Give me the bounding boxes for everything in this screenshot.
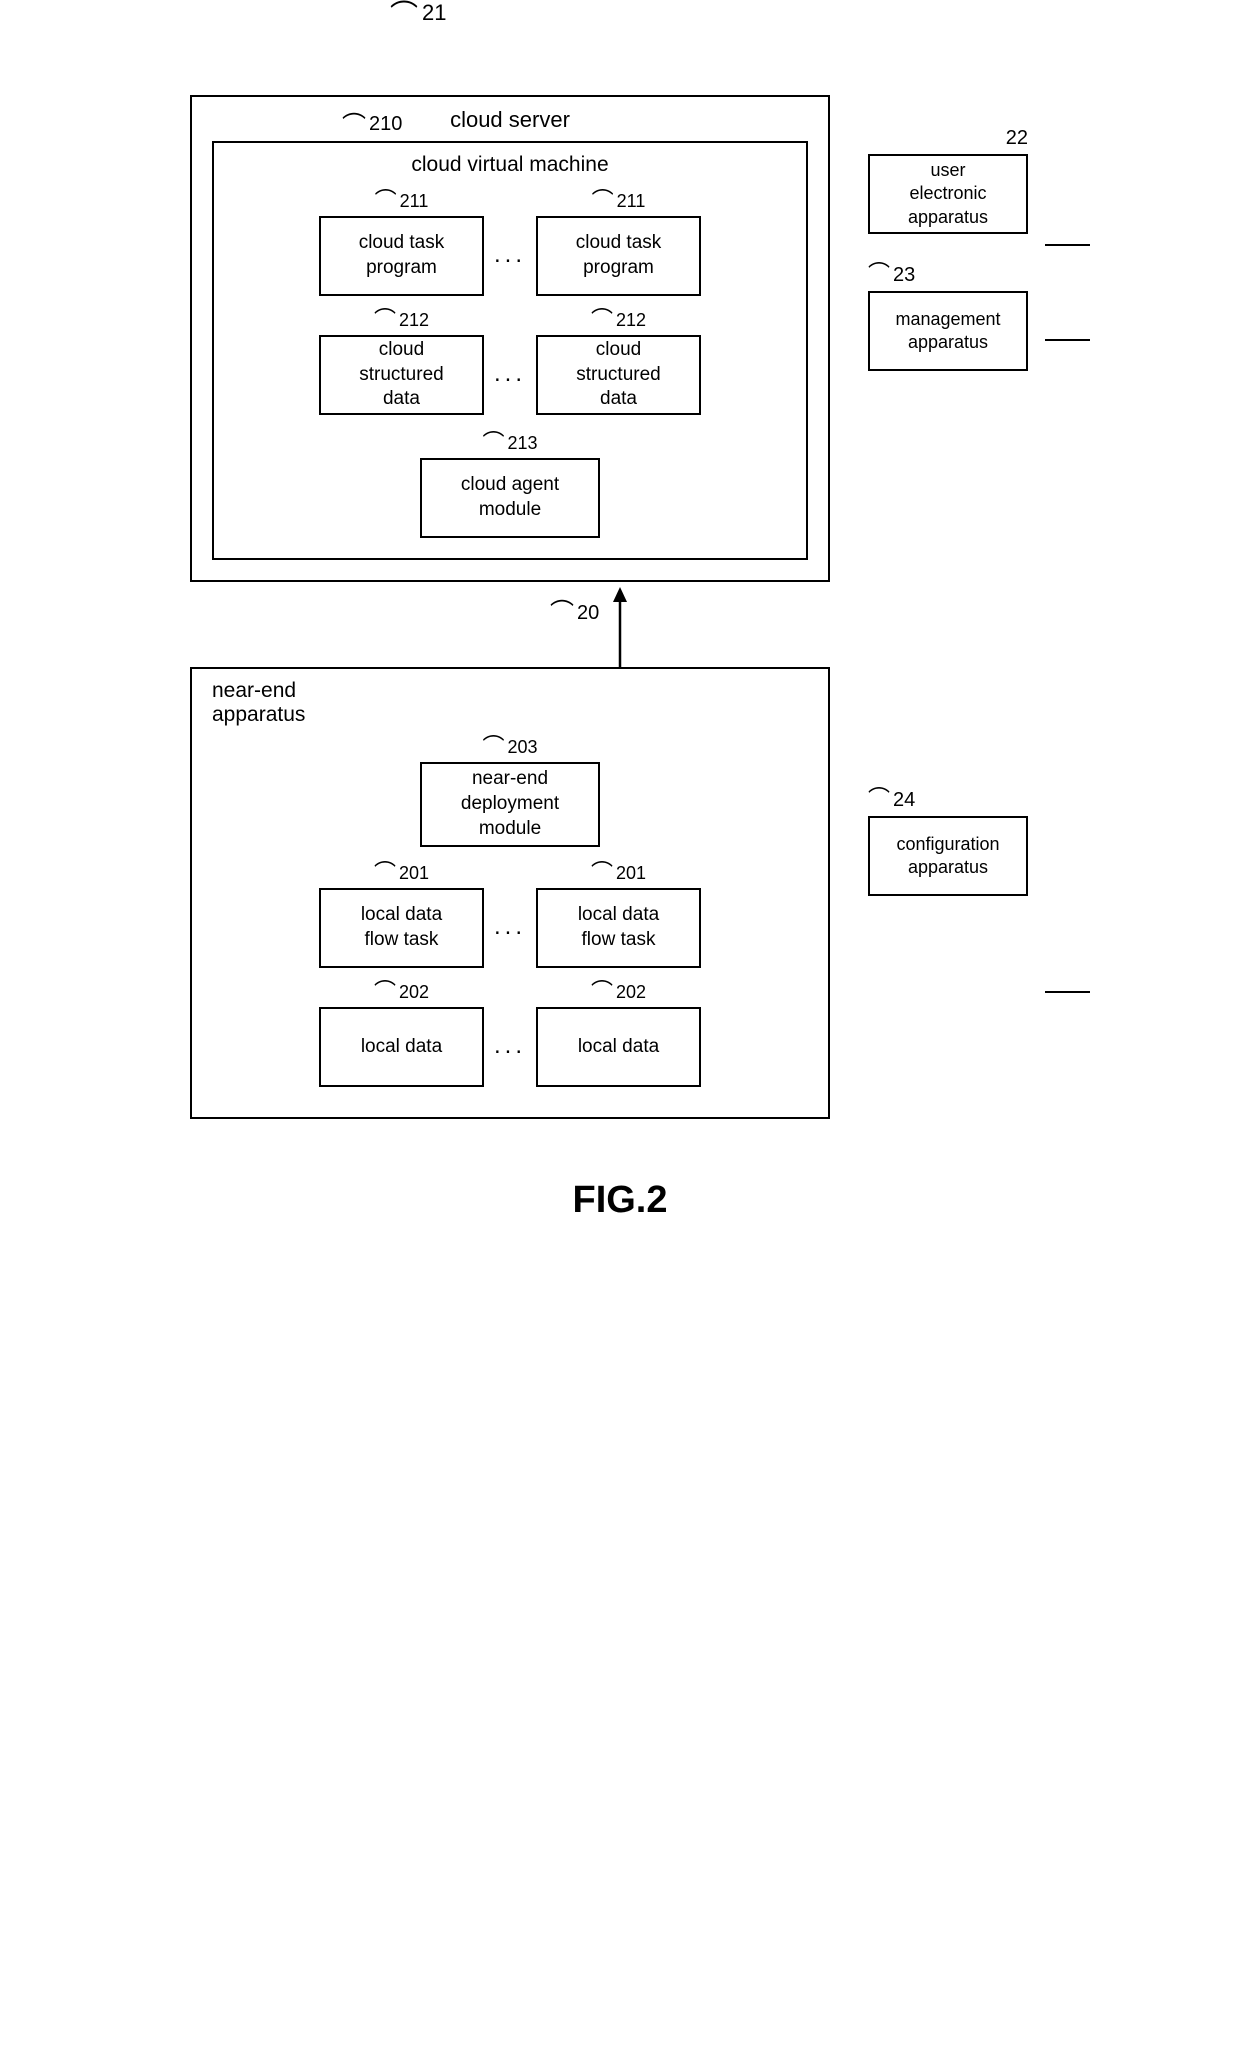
cloud-structured-data-row: ⌒ 212 cloud structured data ... ⌒ 21 xyxy=(234,310,786,415)
local-data-row: ⌒ 202 local data ... ⌒ 202 local data xyxy=(212,982,808,1087)
ref-202b-number: 202 xyxy=(616,982,646,1003)
cloud-task-program-box-2: cloud task program xyxy=(536,216,701,296)
configuration-apparatus-box: configuration apparatus xyxy=(868,816,1028,896)
config-apparatus-wrapper: ⌒ 24 configuration apparatus xyxy=(868,789,1028,896)
ref-210-label: ⌒ 210 xyxy=(342,113,402,137)
ref-201b-number: 201 xyxy=(616,863,646,884)
ref-21-label: ⌒ 21 xyxy=(390,0,447,26)
local-data-label-1: local data xyxy=(361,1035,442,1060)
connection-lines-svg xyxy=(1045,185,1240,385)
fig-label: FIG.2 xyxy=(572,1179,667,1222)
user-electronic-wrapper: 22 user electronic apparatus xyxy=(868,127,1028,234)
diagram-container: ⌒ 21 cloud server ⌒ 210 cloud virtual ma… xyxy=(170,40,1070,1222)
near-end-deployment-box: near-end deployment module xyxy=(420,762,600,847)
near-end-deployment-label: near-end deployment module xyxy=(461,767,559,841)
local-data-flow-task-box-2: local data flow task xyxy=(536,888,701,968)
cloud-agent-module-box: cloud agent module xyxy=(420,458,600,538)
local-data-flow-task-label-2: local data flow task xyxy=(578,903,659,952)
local-data-box-1: local data xyxy=(319,1007,484,1087)
cloud-vm-label: cloud virtual machine xyxy=(234,153,786,177)
ref-23-number: 23 xyxy=(893,264,915,287)
right-side-boxes: 22 user electronic apparatus ⌒ 23 xyxy=(868,127,1028,371)
ref-211b-number: 211 xyxy=(617,191,646,212)
dots-2: ... xyxy=(494,338,526,388)
ref-20-number: 20 xyxy=(577,602,599,625)
cloud-structured-data-box-2: cloud structured data xyxy=(536,335,701,415)
ref-213-number: 213 xyxy=(507,433,537,454)
ref-201a-number: 201 xyxy=(399,863,429,884)
user-electronic-box: user electronic apparatus xyxy=(868,154,1028,234)
cloud-agent-module-label: cloud agent module xyxy=(461,473,559,522)
near-end-apparatus-label: near-end apparatus xyxy=(212,679,808,727)
near-end-deployment-wrapper: ⌒ 203 near-end deployment module xyxy=(212,737,808,847)
ref-210-number: 210 xyxy=(369,113,402,136)
local-data-box-2: local data xyxy=(536,1007,701,1087)
ref-212a-number: 212 xyxy=(399,310,429,331)
ref-24-number: 24 xyxy=(893,789,915,812)
cloud-task-programs-row: ⌒ 211 cloud task program ... ⌒ 211 xyxy=(234,191,786,296)
cloud-agent-wrapper: ⌒ 213 cloud agent module xyxy=(234,433,786,538)
management-apparatus-label: management apparatus xyxy=(895,308,1000,355)
arrow-section: ⌒ 20 xyxy=(190,582,1050,667)
configuration-apparatus-label: configuration apparatus xyxy=(896,833,999,880)
cloud-task-program-label-2: cloud task program xyxy=(576,231,662,280)
ref-203-number: 203 xyxy=(507,737,537,758)
ref-21-number: 21 xyxy=(422,0,446,26)
dots-4: ... xyxy=(494,1010,526,1060)
ref-22-number: 22 xyxy=(1006,127,1028,149)
local-data-flow-task-box-1: local data flow task xyxy=(319,888,484,968)
cloud-structured-data-label-1: cloud structured data xyxy=(359,338,443,412)
user-electronic-label: user electronic apparatus xyxy=(908,159,988,229)
cloud-task-program-label-1: cloud task program xyxy=(359,231,445,280)
dots-1: ... xyxy=(494,219,526,269)
management-apparatus-wrapper: ⌒ 23 management apparatus xyxy=(868,264,1028,371)
local-data-flow-task-label-1: local data flow task xyxy=(361,903,442,952)
near-end-apparatus-box: near-end apparatus ⌒ 203 near-end deploy… xyxy=(190,667,830,1119)
dots-3: ... xyxy=(494,891,526,941)
cloud-vm-box: cloud virtual machine ⌒ 211 cloud task p… xyxy=(212,141,808,560)
cloud-server-box: cloud server ⌒ 210 cloud virtual machine… xyxy=(190,95,830,582)
upward-arrow-svg xyxy=(600,582,640,667)
config-connection-svg xyxy=(1045,977,1240,1007)
ref-202a-number: 202 xyxy=(399,982,429,1003)
cloud-server-label: cloud server xyxy=(212,107,808,133)
local-data-label-2: local data xyxy=(578,1035,659,1060)
ref-211a-number: 211 xyxy=(400,191,429,212)
cloud-structured-data-box-1: cloud structured data xyxy=(319,335,484,415)
ref-212b-number: 212 xyxy=(616,310,646,331)
local-data-flow-task-row: ⌒ 201 local data flow task ... ⌒ 201 loc… xyxy=(212,863,808,968)
ref-20-label: ⌒ 20 xyxy=(550,602,599,625)
cloud-task-program-box-1: cloud task program xyxy=(319,216,484,296)
management-apparatus-box: management apparatus xyxy=(868,291,1028,371)
cloud-structured-data-label-2: cloud structured data xyxy=(576,338,660,412)
